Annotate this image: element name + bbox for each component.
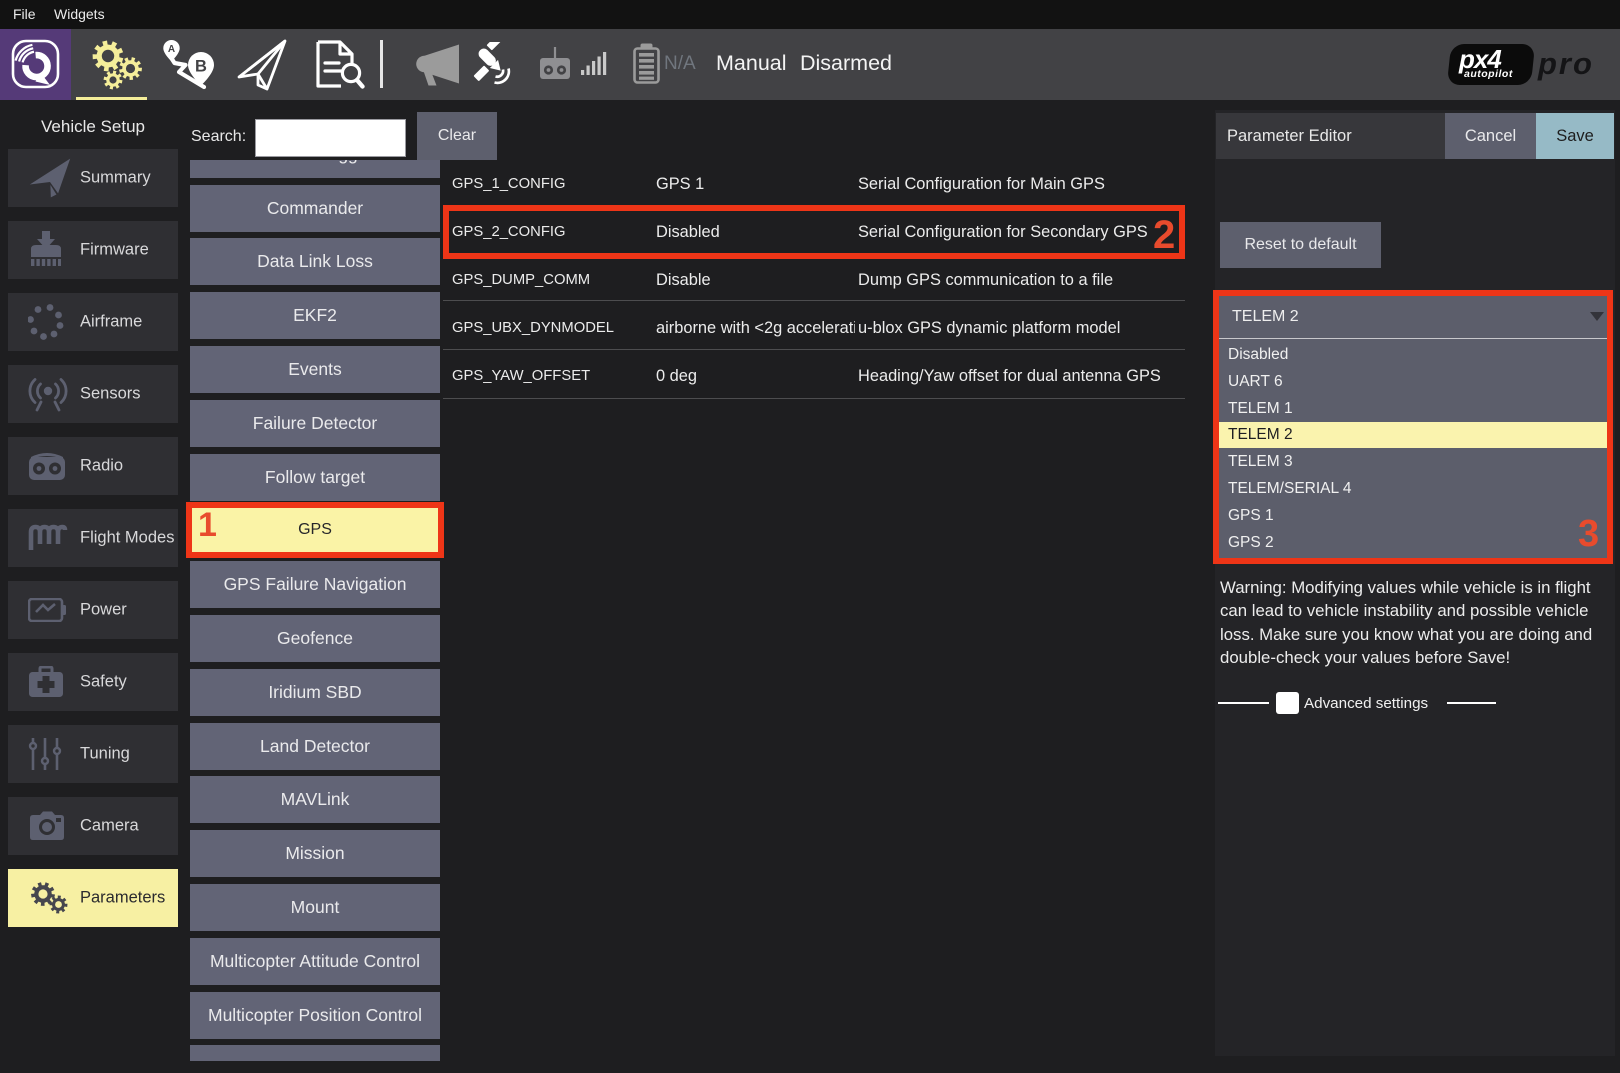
svg-text:B: B (195, 58, 207, 76)
svg-text:A: A (168, 44, 175, 55)
